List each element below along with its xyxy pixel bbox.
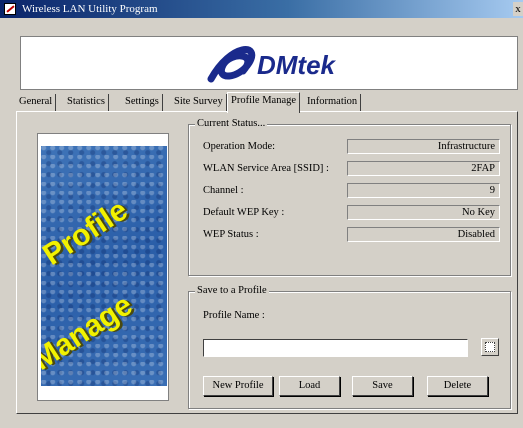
- image-background: Profile Manage: [41, 146, 167, 386]
- close-button[interactable]: x: [513, 2, 523, 16]
- ssid-label: WLAN Service Area [SSID] :: [203, 163, 329, 174]
- wep-status-value: Disabled: [347, 227, 500, 242]
- current-status-group: Current Status... Operation Mode: Infras…: [188, 118, 511, 276]
- operation-mode-label: Operation Mode:: [203, 141, 276, 152]
- default-wep-key-value: No Key: [347, 205, 500, 220]
- current-status-title: Current Status...: [195, 118, 268, 130]
- logo-text: DMtek: [257, 50, 337, 80]
- image-word-manage: Manage: [41, 288, 139, 377]
- tab-profile-manage[interactable]: Profile Manage: [227, 92, 301, 113]
- wep-status-label: WEP Status :: [203, 229, 259, 240]
- profile-manage-image: Profile Manage: [37, 133, 169, 401]
- tab-settings[interactable]: Settings: [122, 94, 163, 112]
- tab-general[interactable]: General: [16, 94, 57, 112]
- admtek-logo: DMtek: [207, 46, 337, 83]
- save-profile-group: Save to a Profile Profile Name : New Pro…: [188, 285, 511, 409]
- browse-icon: [485, 342, 495, 352]
- default-wep-key-label: Default WEP Key :: [203, 207, 285, 218]
- load-button[interactable]: Load: [279, 376, 340, 396]
- channel-value: 9: [347, 183, 500, 198]
- profile-name-label: Profile Name :: [203, 310, 265, 321]
- operation-mode-value: Infrastructure: [347, 139, 500, 154]
- profile-name-input[interactable]: [203, 339, 468, 357]
- brand-banner: DMtek: [20, 36, 518, 90]
- application-window: Wireless LAN Utility Program x DMtek Gen…: [0, 0, 523, 428]
- window-title: Wireless LAN Utility Program: [22, 3, 158, 15]
- channel-label: Channel :: [203, 185, 244, 196]
- delete-button[interactable]: Delete: [427, 376, 488, 396]
- new-profile-button[interactable]: New Profile: [203, 376, 273, 396]
- tab-information[interactable]: Information: [304, 94, 362, 112]
- ssid-value: 2FAP: [347, 161, 500, 176]
- browse-button[interactable]: [481, 338, 499, 356]
- title-bar[interactable]: Wireless LAN Utility Program x: [0, 0, 523, 18]
- save-profile-title: Save to a Profile: [195, 285, 269, 297]
- app-icon: [4, 3, 16, 15]
- image-word-profile: Profile: [41, 193, 134, 272]
- tab-statistics[interactable]: Statistics: [64, 94, 109, 112]
- tab-site-survey[interactable]: Site Survey: [171, 94, 227, 112]
- save-button[interactable]: Save: [352, 376, 413, 396]
